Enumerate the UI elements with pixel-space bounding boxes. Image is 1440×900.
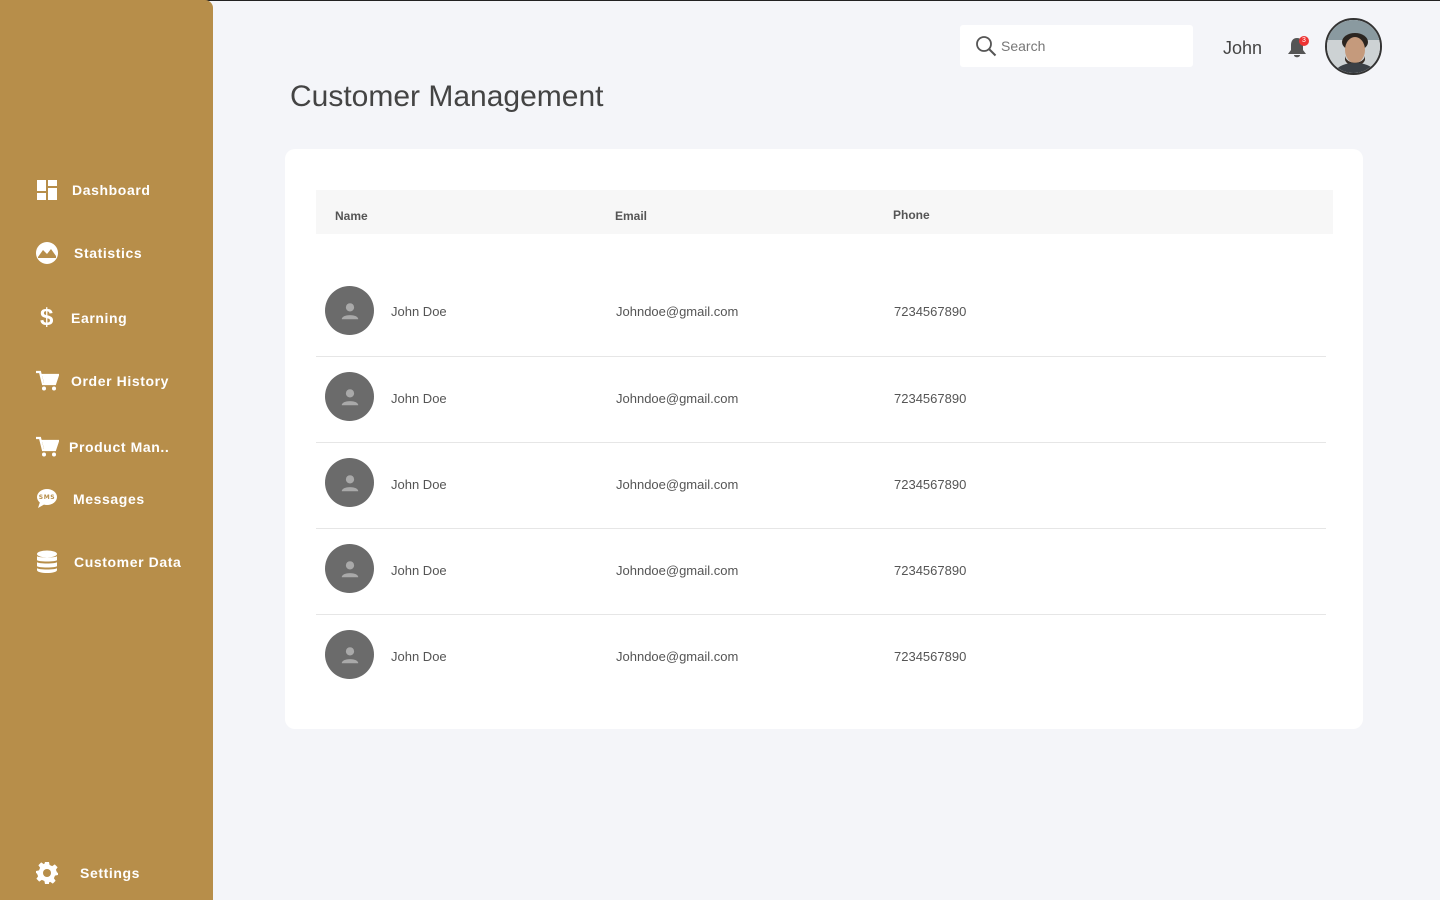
customer-phone: 7234567890 [894, 477, 967, 492]
bell-icon [1286, 38, 1308, 64]
sidebar-item-label: Customer Data [74, 554, 182, 570]
sms-icon: SMS [34, 486, 60, 512]
sidebar-item-label: Order History [71, 373, 170, 389]
customer-avatar-icon [325, 286, 374, 335]
sidebar-item-earning[interactable]: $ Earning [34, 304, 128, 331]
customer-name: John Doe [391, 391, 447, 406]
customer-avatar-icon [325, 630, 374, 679]
table-row[interactable]: John Doe Johndoe@gmail.com 7234567890 [316, 615, 1326, 701]
sidebar-item-order-history[interactable]: Order History [34, 368, 169, 394]
svg-text:SMS: SMS [39, 494, 55, 501]
sidebar-item-messages[interactable]: SMS Messages [34, 486, 145, 512]
customer-email: Johndoe@gmail.com [616, 391, 739, 406]
page-title: Customer Management [290, 80, 604, 113]
column-header-email[interactable]: Email [615, 209, 647, 223]
customer-phone: 7234567890 [894, 563, 967, 578]
table-row[interactable]: John Doe Johndoe@gmail.com 7234567890 [316, 357, 1326, 443]
search-input[interactable] [1001, 36, 1181, 56]
cart-icon [34, 368, 60, 394]
column-header-phone[interactable]: Phone [893, 208, 930, 222]
customer-email: Johndoe@gmail.com [616, 563, 739, 578]
customer-email: Johndoe@gmail.com [616, 649, 739, 664]
table-row[interactable]: John Doe Johndoe@gmail.com 7234567890 [316, 529, 1326, 615]
sidebar-item-label: Earning [71, 310, 128, 326]
user-avatar[interactable] [1325, 18, 1382, 75]
sidebar-item-dashboard[interactable]: Dashboard [34, 177, 151, 203]
customer-name: John Doe [391, 563, 447, 578]
customer-name: John Doe [391, 304, 447, 319]
search-box [960, 25, 1193, 67]
dashboard-icon [34, 177, 60, 203]
sidebar-item-label: Statistics [74, 245, 143, 261]
customer-phone: 7234567890 [894, 649, 967, 664]
sidebar-item-product-management[interactable]: Product Man.. [34, 434, 169, 460]
table-row[interactable]: John Doe Johndoe@gmail.com 7234567890 [316, 271, 1326, 357]
notification-badge: 3 [1299, 36, 1309, 46]
customer-avatar-icon [325, 544, 374, 593]
sidebar-item-label: Dashboard [72, 182, 151, 198]
customer-email: Johndoe@gmail.com [616, 304, 739, 319]
table-row[interactable]: John Doe Johndoe@gmail.com 7234567890 [316, 443, 1326, 529]
sidebar-item-customer-data[interactable]: Customer Data [34, 549, 181, 575]
sidebar-item-statistics[interactable]: Statistics [34, 240, 142, 266]
customer-name: John Doe [391, 649, 447, 664]
customer-email: Johndoe@gmail.com [616, 477, 739, 492]
database-icon [34, 549, 60, 575]
gear-icon [34, 860, 60, 886]
customer-avatar-icon [325, 372, 374, 421]
username[interactable]: John [1223, 38, 1262, 59]
sidebar-item-settings[interactable]: Settings [34, 860, 140, 886]
statistics-icon [34, 240, 60, 266]
cart-icon [34, 434, 60, 460]
sidebar-item-label: Product Man.. [69, 439, 170, 455]
customer-name: John Doe [391, 477, 447, 492]
search-icon [975, 35, 997, 62]
customer-table-card: Name Email Phone John Doe Johndoe@gmail.… [285, 149, 1363, 729]
sidebar-item-label: Messages [73, 491, 145, 507]
notification-button[interactable]: 3 [1286, 36, 1309, 60]
customer-avatar-icon [325, 458, 374, 507]
sidebar: Dashboard Statistics $ Earning Order His… [0, 0, 213, 900]
table-header: Name Email Phone [316, 190, 1333, 234]
top-border [0, 0, 1440, 1]
customer-phone: 7234567890 [894, 304, 967, 319]
customer-phone: 7234567890 [894, 391, 967, 406]
sidebar-item-label: Settings [80, 865, 141, 881]
dollar-icon: $ [40, 304, 54, 331]
column-header-name[interactable]: Name [335, 209, 368, 223]
